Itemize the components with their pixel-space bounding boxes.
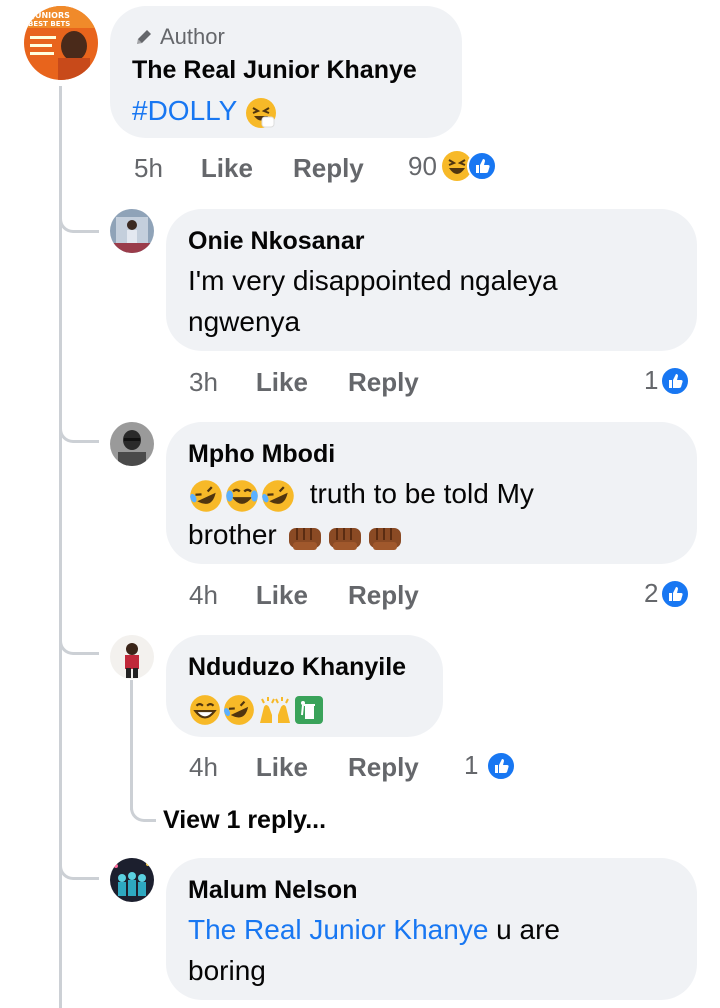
comment-text: u are [488, 914, 561, 945]
rofl-emoji-icon [224, 694, 254, 725]
like-button[interactable]: Like [256, 752, 308, 783]
avatar-onie[interactable] [110, 209, 154, 253]
avatar-nduduzo[interactable] [110, 635, 154, 679]
comment-emojis [188, 687, 324, 728]
comment-text: #DOLLY [132, 90, 277, 131]
fist-emoji-icon [368, 527, 401, 550]
comment-bubble-mpho: Mpho Mbodi truth to be told My brother [166, 422, 697, 564]
hashtag-link[interactable]: #DOLLY [132, 95, 237, 126]
reply-button[interactable]: Reply [293, 153, 364, 184]
author-badge-label: Author [160, 24, 225, 49]
reaction-count: 90 [408, 150, 437, 181]
reply-button[interactable]: Reply [348, 580, 419, 611]
raising-hands-emoji-icon [260, 696, 290, 723]
comment-actions: 4h Like Reply [189, 752, 419, 783]
comment-time[interactable]: 4h [189, 752, 218, 783]
commenter-name[interactable]: The Real Junior Khanye [132, 56, 417, 85]
comment-actions: 3h Like Reply [189, 367, 419, 398]
like-reaction-icon [660, 578, 691, 609]
comment-bubble-author: Author The Real Junior Khanye #DOLLY [110, 6, 462, 138]
tears-of-joy-emoji-icon [226, 479, 258, 512]
thread-elbow-4 [59, 848, 99, 880]
mention-link[interactable]: The Real Junior Khanye [188, 914, 488, 945]
comment-text-line2: brother [188, 514, 405, 555]
reply-button[interactable]: Reply [348, 367, 419, 398]
like-button[interactable]: Like [256, 580, 308, 611]
comment-time[interactable]: 5h [134, 153, 163, 184]
rofl-emoji-icon [190, 479, 222, 512]
comment-text: brother [188, 519, 277, 550]
thread-elbow-1 [59, 196, 99, 233]
comment-text-line2: ngwenya [188, 306, 301, 337]
comment-bubble-onie: Onie Nkosanar I'm very disappointed ngal… [166, 209, 697, 351]
avatar-malum[interactable] [110, 858, 154, 902]
commenter-name[interactable]: Nduduzo Khanyile [188, 653, 406, 682]
commenter-name[interactable]: Mpho Mbodi [188, 440, 335, 469]
commenter-name[interactable]: Onie Nkosanar [188, 227, 364, 256]
reaction-summary[interactable]: 1 [464, 750, 517, 781]
rofl-emoji-icon [262, 479, 294, 512]
view-replies-link[interactable]: View 1 reply... [163, 806, 326, 835]
grinning-squint-emoji-icon [245, 97, 276, 128]
reaction-summary[interactable]: 2 [644, 578, 691, 609]
commenter-name[interactable]: Malum Nelson [188, 876, 357, 905]
like-button[interactable]: Like [201, 153, 253, 184]
reaction-summary[interactable]: 1 [644, 365, 691, 396]
like-reaction-icon [466, 151, 497, 181]
comment-actions: 5h Like Reply [134, 153, 364, 184]
svg-text:JUNIORS: JUNIORS [31, 11, 70, 20]
fist-emoji-icon [288, 527, 321, 550]
like-reaction-icon [486, 750, 517, 781]
pencil-icon [137, 30, 151, 44]
thread-elbow-2 [59, 410, 99, 443]
author-badge: Author [134, 24, 225, 50]
comment-text-line2: boring [188, 955, 266, 986]
comment-text-line1: I'm very disappointed ngaleya [188, 265, 558, 296]
comment-bubble-malum: Malum Nelson The Real Junior Khanye u ar… [166, 858, 697, 1000]
reaction-summary[interactable]: 90 [408, 150, 497, 182]
avatar-author[interactable]: JUNIORS BEST BETS [24, 6, 98, 80]
like-reaction-icon [660, 365, 691, 396]
grinning-emoji-icon [190, 694, 220, 725]
thread-elbow-sub [130, 790, 156, 822]
litter-bin-emoji-icon [295, 695, 323, 724]
avatar-mpho[interactable] [110, 422, 154, 466]
reaction-count: 1 [644, 365, 659, 395]
comment-actions: 4h Like Reply [189, 580, 419, 611]
like-button[interactable]: Like [256, 367, 308, 398]
fist-emoji-icon [328, 527, 361, 550]
comment-time[interactable]: 4h [189, 580, 218, 611]
comment-text: truth to be told My [309, 478, 534, 509]
reply-button[interactable]: Reply [348, 752, 419, 783]
svg-text:BEST BETS: BEST BETS [28, 20, 70, 28]
comment-text-line1: The Real Junior Khanye u are [188, 909, 560, 950]
thread-elbow-3 [59, 622, 99, 655]
reaction-count: 2 [644, 578, 659, 608]
comment-bubble-nduduzo: Nduduzo Khanyile [166, 635, 443, 737]
comment-time[interactable]: 3h [189, 367, 218, 398]
reaction-count: 1 [464, 750, 479, 780]
comment-text-line1: truth to be told My [188, 473, 534, 514]
